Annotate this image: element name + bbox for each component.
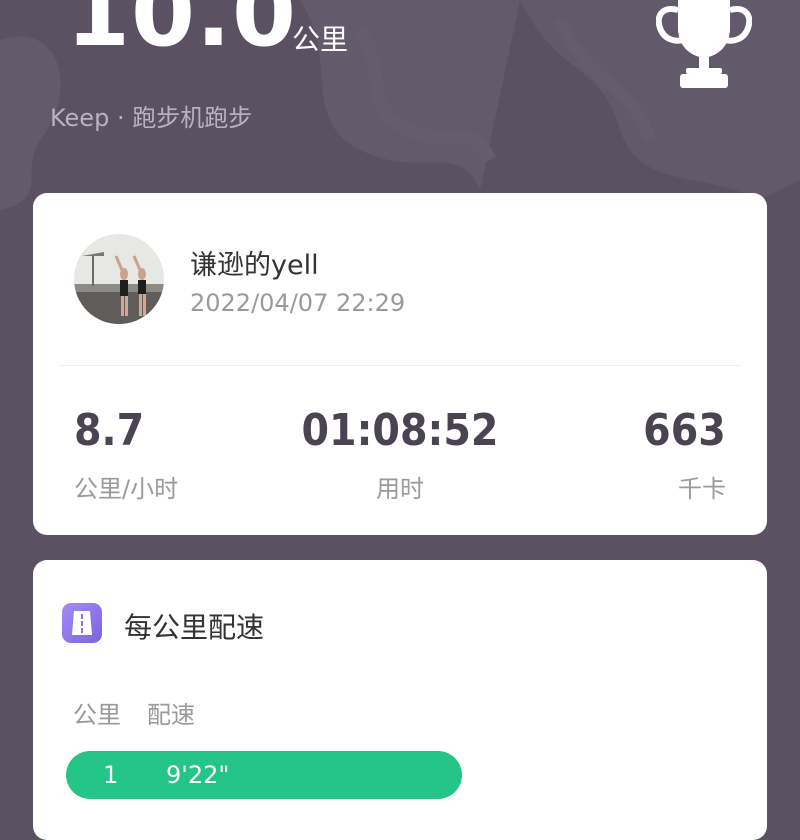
pace-section-title: 每公里配速 bbox=[124, 611, 265, 644]
pace-header-km: 公里 bbox=[73, 701, 121, 729]
pace-row-km: 1 bbox=[103, 761, 119, 789]
pace-header-pace: 配速 bbox=[147, 701, 195, 729]
road-icon bbox=[62, 603, 102, 643]
pace-card: 每公里配速 公里 配速 1 9'22" bbox=[33, 560, 767, 840]
divider bbox=[59, 365, 741, 366]
avatar[interactable] bbox=[74, 234, 164, 324]
total-distance: 10.0 bbox=[66, 0, 297, 67]
duration-label: 用时 bbox=[376, 475, 424, 503]
trophy-icon bbox=[656, 0, 752, 88]
duration-value: 01:08:52 bbox=[301, 405, 499, 456]
distance-unit: 公里 bbox=[292, 23, 349, 56]
calories-value: 663 bbox=[643, 405, 726, 456]
user-name[interactable]: 谦逊的yell bbox=[190, 243, 319, 282]
avatar-image bbox=[74, 234, 164, 324]
pace-row-value: 9'22" bbox=[166, 761, 230, 789]
pace-row: 1 9'22" bbox=[66, 751, 462, 799]
workout-summary-card: 谦逊的yell 2022/04/07 22:29 8.7 公里/小时 01:08… bbox=[33, 193, 767, 535]
calories-label: 千卡 bbox=[678, 475, 726, 503]
workout-timestamp: 2022/04/07 22:29 bbox=[190, 289, 406, 317]
workout-source: Keep · 跑步机跑步 bbox=[50, 104, 253, 132]
